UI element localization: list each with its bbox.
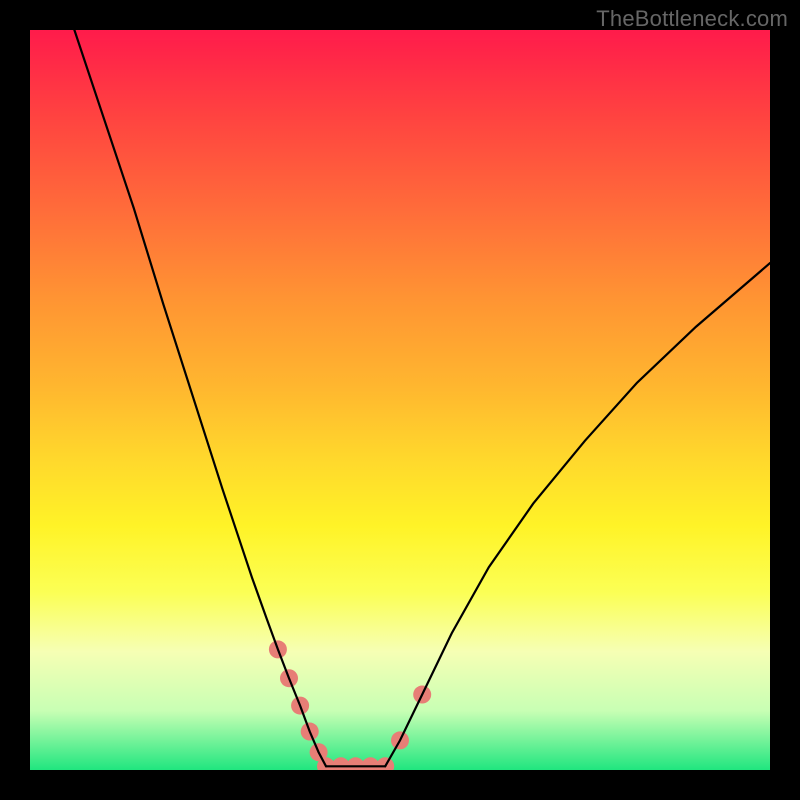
curve-right-curve xyxy=(385,263,770,766)
chart-frame: TheBottleneck.com xyxy=(0,0,800,800)
curve-layer xyxy=(30,30,770,770)
chart-plot-area xyxy=(30,30,770,770)
highlight-dot xyxy=(376,757,394,770)
curve-left-curve xyxy=(74,30,326,766)
watermark-text: TheBottleneck.com xyxy=(596,6,788,32)
